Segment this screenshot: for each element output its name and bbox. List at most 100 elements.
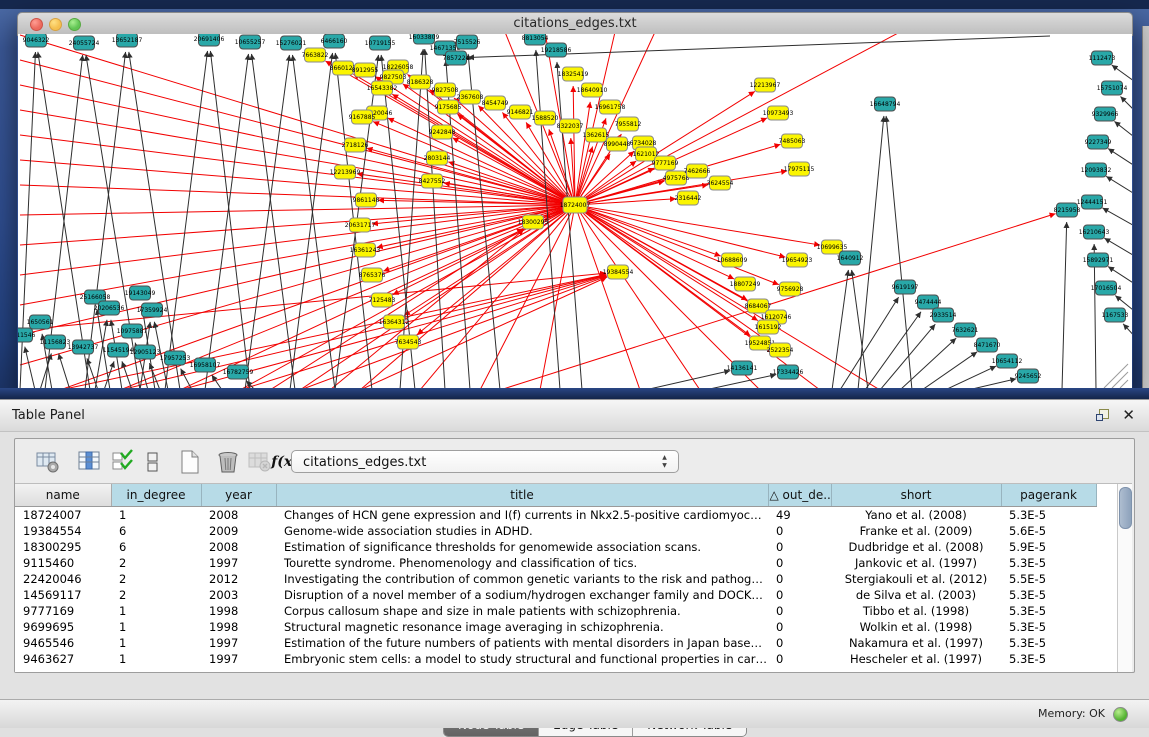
table-cell[interactable]: Stergiakouli et al. (2012)	[831, 571, 1001, 587]
graph-node[interactable]: 20206536	[94, 301, 125, 315]
table-cell[interactable]: 0	[768, 587, 831, 603]
graph-node[interactable]: 11156823	[40, 335, 71, 349]
graph-node[interactable]: 1640912	[837, 251, 864, 265]
graph-node[interactable]: 16648794	[870, 97, 901, 111]
table-cell[interactable]: 5.3E-5	[1001, 555, 1096, 571]
graph-node[interactable]: 8186328	[407, 75, 434, 89]
graph-node[interactable]: 15892971	[1083, 253, 1114, 267]
graph-node[interactable]: 1112473	[1089, 51, 1116, 65]
graph-node[interactable]: 2911546	[18, 328, 36, 342]
graph-node[interactable]: 18807249	[730, 277, 761, 291]
graph-node[interactable]: 9227349	[1085, 135, 1112, 149]
table-options-icon[interactable]	[35, 449, 61, 475]
table-cell[interactable]: Disruption of a novel member of a sodium…	[276, 587, 768, 603]
graph-node[interactable]: 12213967	[750, 78, 781, 92]
graph-node[interactable]: 2718126	[342, 138, 369, 152]
table-row[interactable]: 977716911998Corpus callosum shape and si…	[15, 603, 1096, 619]
graph-node[interactable]: 2367608	[457, 90, 484, 104]
table-cell[interactable]: 5.3E-5	[1001, 619, 1096, 635]
table-cell[interactable]: 1	[111, 603, 201, 619]
close-panel-icon[interactable]: ✕	[1122, 406, 1135, 424]
table-cell[interactable]: Estimation of the future numbers of pati…	[276, 635, 768, 651]
graph-node[interactable]: 16961758	[595, 100, 626, 114]
graph-node[interactable]: 12093832	[1081, 163, 1112, 177]
table-row[interactable]: 1456911722003Disruption of a novel membe…	[15, 587, 1096, 603]
column-header-title[interactable]: title	[276, 484, 768, 507]
graph-node[interactable]: 1167533	[1102, 308, 1129, 322]
graph-node[interactable]: 17957253	[160, 351, 191, 365]
table-cell[interactable]: Corpus callosum shape and size in male p…	[276, 603, 768, 619]
graph-node[interactable]: 9245652	[1015, 369, 1042, 383]
table-cell[interactable]: 0	[768, 523, 831, 539]
graph-node[interactable]: 19143049	[125, 286, 156, 300]
graph-node[interactable]: 1588520	[532, 111, 559, 125]
table-cell[interactable]: 9463627	[15, 651, 111, 667]
table-cell[interactable]: 0	[768, 555, 831, 571]
table-cell[interactable]: 9699695	[15, 619, 111, 635]
graph-node[interactable]: 17975115	[784, 162, 815, 176]
graph-node[interactable]: 8990448	[604, 137, 631, 151]
table-cell[interactable]: 2	[111, 587, 201, 603]
table-row[interactable]: 969969511998Structural magnetic resonanc…	[15, 619, 1096, 635]
window-title-bar[interactable]: citations_edges.txt	[17, 12, 1133, 36]
table-row[interactable]: 911546021997Tourette syndrome. Phenomeno…	[15, 555, 1096, 571]
graph-node[interactable]: 20691406	[194, 34, 225, 46]
column-header-year[interactable]: year	[201, 484, 276, 507]
graph-node[interactable]: 2933514	[930, 308, 957, 322]
graph-node[interactable]: 16958107	[190, 358, 221, 372]
resize-grip-icon[interactable]	[1120, 380, 1128, 388]
graph-node[interactable]: 8912955	[352, 63, 379, 77]
split-panel-icon[interactable]	[146, 449, 160, 475]
table-cell[interactable]: Hescheler et al. (1997)	[831, 651, 1001, 667]
select-columns-icon[interactable]	[111, 449, 137, 475]
table-cell[interactable]: Tourette syndrome. Phenomenology and cla…	[276, 555, 768, 571]
table-row[interactable]: 2242004622012Investigating the contribut…	[15, 571, 1096, 587]
table-cell[interactable]: 2	[111, 571, 201, 587]
table-row[interactable]: 1830029562008Estimation of significance …	[15, 539, 1096, 555]
float-panel-icon[interactable]	[1096, 409, 1109, 422]
graph-node[interactable]: 17334426	[773, 365, 804, 379]
graph-node[interactable]: 20631717	[345, 218, 376, 232]
graph-node[interactable]: 10973493	[763, 106, 794, 120]
graph-node[interactable]: 18300295	[518, 215, 549, 229]
table-cell[interactable]: 49	[768, 507, 831, 524]
graph-node[interactable]: 7125483	[369, 293, 396, 307]
table-cell[interactable]: 22420046	[15, 571, 111, 587]
graph-node[interactable]: 15276021	[276, 36, 307, 50]
table-cell[interactable]: 0	[768, 603, 831, 619]
graph-node[interactable]: 7485063	[779, 134, 806, 148]
table-cell[interactable]: 2009	[201, 523, 276, 539]
graph-node[interactable]: 6466160	[321, 34, 348, 48]
table-cell[interactable]: Tibbo et al. (1998)	[831, 603, 1001, 619]
graph-node[interactable]: 18640910	[577, 83, 608, 97]
table-row[interactable]: 946554611997Estimation of the future num…	[15, 635, 1096, 651]
graph-node[interactable]: 10654112	[992, 354, 1023, 368]
table-cell[interactable]: 6	[111, 523, 201, 539]
table-cell[interactable]: 1998	[201, 603, 276, 619]
table-cell[interactable]: 5.9E-5	[1001, 539, 1096, 555]
table-cell[interactable]: 1	[111, 619, 201, 635]
graph-node[interactable]: 12444151	[1077, 195, 1108, 209]
table-cell[interactable]: 2008	[201, 507, 276, 524]
table-cell[interactable]: 18300295	[15, 539, 111, 555]
table-cell[interactable]: 1997	[201, 635, 276, 651]
table-cell[interactable]: 2012	[201, 571, 276, 587]
graph-node[interactable]: 9861148	[353, 193, 380, 207]
graph-node[interactable]: 17359924	[137, 303, 168, 317]
table-cell[interactable]: 2	[111, 555, 201, 571]
table-cell[interactable]: Dudbridge et al. (2008)	[831, 539, 1001, 555]
table-row[interactable]: 946362711997Embryonic stem cells: a mode…	[15, 651, 1096, 667]
table-cell[interactable]: 2008	[201, 539, 276, 555]
table-cell[interactable]: 1997	[201, 651, 276, 667]
table-cell[interactable]: 6	[111, 539, 201, 555]
graph-node[interactable]: 19384554	[603, 265, 634, 279]
graph-node[interactable]: 10975887	[117, 324, 148, 338]
graph-node[interactable]: 9167885	[349, 110, 376, 124]
table-cell[interactable]: Franke et al. (2009)	[831, 523, 1001, 539]
table-cell[interactable]: Jankovic et al. (1997)	[831, 555, 1001, 571]
table-cell[interactable]: 9465546	[15, 635, 111, 651]
table-cell[interactable]: 5.3E-5	[1001, 651, 1096, 667]
table-cell[interactable]: 14569117	[15, 587, 111, 603]
table-cell[interactable]: Yano et al. (2008)	[831, 507, 1001, 524]
table-cell[interactable]: Genome-wide association studies in ADHD.	[276, 523, 768, 539]
